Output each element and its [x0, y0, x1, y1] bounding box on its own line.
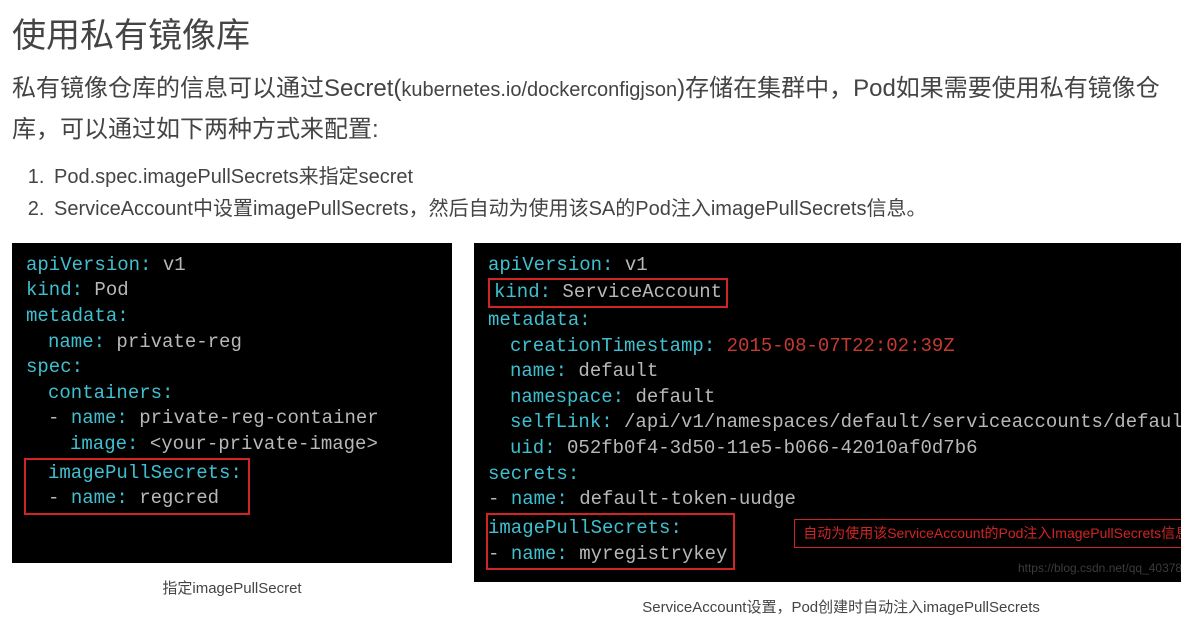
yaml-key: secrets — [488, 463, 568, 485]
yaml-key: kind — [494, 281, 540, 303]
left-caption: 指定imagePullSecret — [12, 577, 452, 598]
intro-text-a: 私有镜像仓库的信息可以通过Secret( — [12, 75, 401, 102]
yaml-value: private-reg-container — [139, 407, 378, 429]
yaml-key: name — [511, 543, 557, 565]
yaml-key: image — [70, 433, 127, 455]
intro-paren: kubernetes.io/dockerconfigjson — [401, 79, 677, 101]
yaml-value: default — [578, 360, 658, 382]
page-title: 使用私有镜像库 — [12, 8, 1169, 57]
yaml-value: default — [635, 386, 715, 408]
yaml-key: imagePullSecrets — [488, 517, 670, 539]
yaml-key: name — [510, 360, 556, 382]
highlight-box: imagePullSecrets: - name: myregistrykey — [486, 513, 735, 570]
right-caption: ServiceAccount设置，Pod创建时自动注入imagePullSecr… — [474, 596, 1181, 617]
method-list: Pod.spec.imagePullSecrets来指定secret Servi… — [50, 161, 1169, 225]
yaml-key: kind — [26, 279, 72, 301]
yaml-key: namespace — [510, 386, 613, 408]
yaml-key: imagePullSecrets — [48, 462, 230, 484]
yaml-key: name — [71, 487, 117, 509]
watermark: https://blog.csdn.net/qq_40378034 — [1018, 560, 1181, 576]
yaml-key: name — [511, 488, 557, 510]
pod-yaml-code: apiVersion: v1 kind: Pod metadata: name:… — [12, 243, 452, 563]
serviceaccount-yaml-code: apiVersion: v1 kind: ServiceAccount meta… — [474, 243, 1181, 583]
yaml-dash: - — [48, 487, 71, 509]
yaml-key: apiVersion — [488, 254, 602, 276]
yaml-key: apiVersion — [26, 254, 140, 276]
yaml-value: v1 — [625, 254, 648, 276]
yaml-key: name — [71, 407, 117, 429]
yaml-key: metadata — [488, 309, 579, 331]
yaml-value: 2015-08-07T22:02:39Z — [727, 335, 955, 357]
yaml-value: private-reg — [116, 331, 241, 353]
yaml-value: /api/v1/namespaces/default/serviceaccoun… — [624, 411, 1181, 433]
yaml-value: default-token-uudge — [579, 488, 796, 510]
yaml-value: ServiceAccount — [562, 281, 722, 303]
yaml-key: selfLink — [510, 411, 601, 433]
right-column: apiVersion: v1 kind: ServiceAccount meta… — [474, 243, 1181, 618]
callout-box: 自动为使用该ServiceAccount的Pod注入ImagePullSecre… — [794, 519, 1181, 548]
yaml-key: uid — [510, 437, 544, 459]
yaml-value: regcred — [139, 487, 219, 509]
yaml-key: name — [48, 331, 94, 353]
yaml-dash: - — [488, 543, 511, 565]
yaml-dash: - — [488, 488, 511, 510]
left-column: apiVersion: v1 kind: Pod metadata: name:… — [12, 243, 452, 598]
intro-paragraph: 私有镜像仓库的信息可以通过Secret(kubernetes.io/docker… — [12, 69, 1169, 151]
highlight-box: kind: ServiceAccount — [488, 278, 728, 308]
yaml-value: <your-private-image> — [150, 433, 378, 455]
yaml-value: v1 — [163, 254, 186, 276]
list-item: Pod.spec.imagePullSecrets来指定secret — [50, 161, 1169, 193]
yaml-value: 052fb0f4-3d50-11e5-b066-42010af0d7b6 — [567, 437, 977, 459]
yaml-dash: - — [48, 407, 71, 429]
yaml-key: spec — [26, 356, 72, 378]
yaml-key: containers — [48, 382, 162, 404]
code-columns: apiVersion: v1 kind: Pod metadata: name:… — [12, 243, 1169, 618]
yaml-key: creationTimestamp — [510, 335, 704, 357]
yaml-value: Pod — [94, 279, 128, 301]
highlight-box: imagePullSecrets: - name: regcred — [24, 458, 250, 515]
yaml-value: myregistrykey — [579, 543, 727, 565]
yaml-key: metadata — [26, 305, 117, 327]
list-item: ServiceAccount中设置imagePullSecrets，然后自动为使… — [50, 193, 1169, 225]
